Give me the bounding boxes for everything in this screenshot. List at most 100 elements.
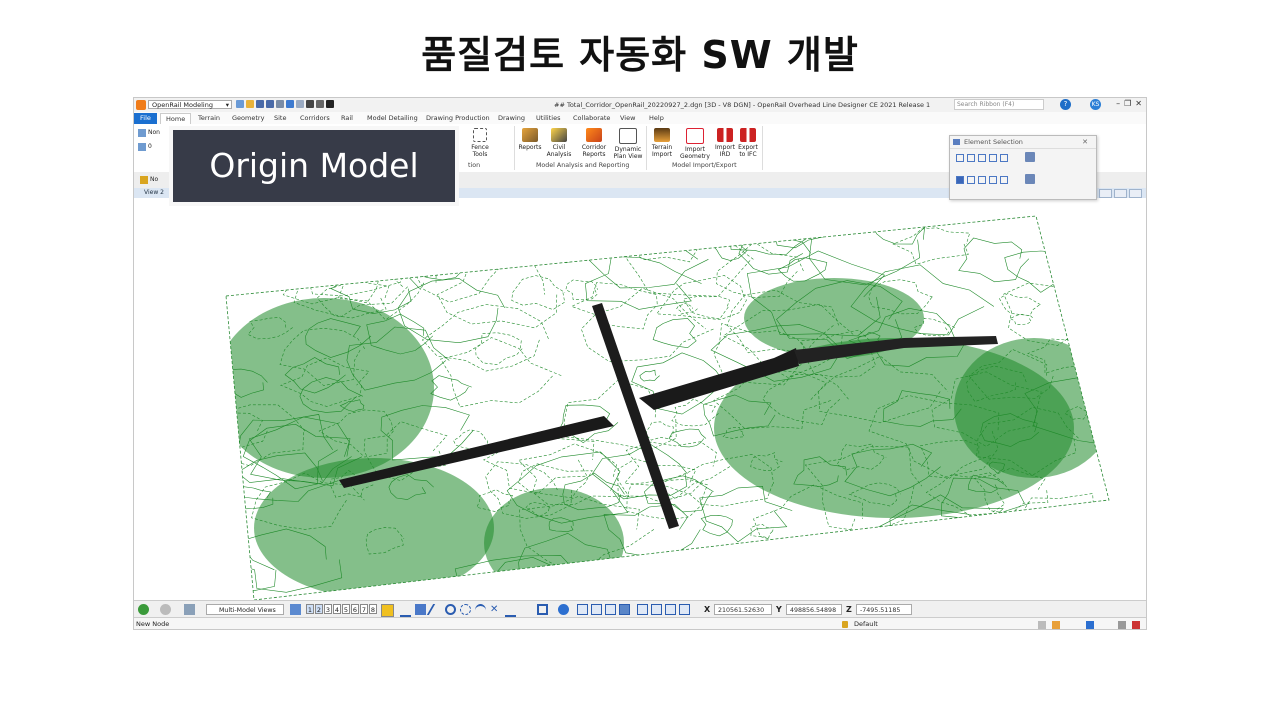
- view-4-button[interactable]: 4: [333, 604, 341, 614]
- dynamic-plan-view-button[interactable]: Dynamic Plan View: [612, 128, 644, 160]
- select-arrow-icon[interactable]: [326, 100, 334, 108]
- tab-view[interactable]: View: [620, 113, 635, 124]
- left-view-icon[interactable]: [605, 604, 616, 615]
- tangent-snap-icon[interactable]: [475, 604, 486, 617]
- tab-utilities[interactable]: Utilities: [536, 113, 560, 124]
- tab-model-detailing[interactable]: Model Detailing: [367, 113, 418, 124]
- individual-select-icon[interactable]: [956, 154, 964, 162]
- view-6-button[interactable]: 6: [351, 604, 359, 614]
- z-coordinate-field[interactable]: -7495.51185: [856, 604, 912, 615]
- civil-analysis-button[interactable]: Civil Analysis: [544, 128, 574, 158]
- new-select-icon[interactable]: [956, 176, 964, 184]
- print-status-icon[interactable]: [1118, 621, 1126, 629]
- center-snap-icon[interactable]: [445, 604, 456, 615]
- workflow-icon[interactable]: [236, 100, 244, 108]
- tab-rail[interactable]: Rail: [341, 113, 353, 124]
- multi-model-views-select[interactable]: Multi-Model Views: [206, 604, 284, 615]
- restore-icon[interactable]: ❐: [1124, 99, 1131, 108]
- fence-tools-button[interactable]: Fence Tools: [468, 128, 492, 158]
- tab-drawing[interactable]: Drawing: [498, 113, 525, 124]
- x-coordinate-field[interactable]: 210561.52630: [714, 604, 772, 615]
- front-view-icon[interactable]: [637, 604, 648, 615]
- right-iso-view-icon[interactable]: [679, 604, 690, 615]
- selection-settings-icon[interactable]: [1025, 152, 1035, 162]
- bottom-view-icon[interactable]: [591, 604, 602, 615]
- redo-icon[interactable]: [296, 100, 304, 108]
- snap-mode-icon[interactable]: [826, 621, 834, 629]
- right-view-icon[interactable]: [619, 604, 630, 615]
- lock-icon[interactable]: [842, 621, 848, 628]
- workspace-select[interactable]: OpenRail Modeling: [148, 100, 232, 110]
- tab-geometry[interactable]: Geometry: [232, 113, 264, 124]
- view-5-button[interactable]: 5: [342, 604, 350, 614]
- forward-icon[interactable]: [160, 604, 171, 615]
- export-ifc-button[interactable]: Export to IFC: [737, 128, 759, 158]
- home-icon[interactable]: [1052, 621, 1060, 629]
- circle-select-icon[interactable]: [989, 154, 997, 162]
- clear-select-icon[interactable]: [1000, 176, 1008, 184]
- tab-terrain[interactable]: Terrain: [198, 113, 220, 124]
- view-8-button[interactable]: 8: [369, 604, 377, 614]
- tab-site[interactable]: Site: [274, 113, 286, 124]
- close-icon[interactable]: ✕: [1082, 136, 1088, 148]
- import-geometry-button[interactable]: Import Geometry: [678, 128, 712, 160]
- close-icon[interactable]: ✕: [1135, 99, 1142, 108]
- terrain-import-button[interactable]: Terrain Import: [648, 128, 676, 158]
- undo-icon[interactable]: [286, 100, 294, 108]
- view-restore-icon[interactable]: [1114, 189, 1127, 198]
- top-view-icon[interactable]: [577, 604, 588, 615]
- line-select-icon[interactable]: [1000, 154, 1008, 162]
- selection-filter-icon[interactable]: [1025, 174, 1035, 184]
- view-minimize-icon[interactable]: [1099, 189, 1112, 198]
- active-level[interactable]: Default: [854, 618, 878, 629]
- user-avatar[interactable]: KS: [1090, 99, 1101, 110]
- back-view-icon[interactable]: [651, 604, 662, 615]
- alert-icon[interactable]: [1132, 621, 1140, 629]
- import-ird-button[interactable]: Import IRD: [714, 128, 736, 158]
- bookmark-icon[interactable]: [1086, 621, 1094, 629]
- nearest-snap-icon[interactable]: [426, 604, 447, 615]
- save-all-icon[interactable]: [266, 100, 274, 108]
- tab-file[interactable]: File: [134, 113, 157, 124]
- properties-icon[interactable]: [276, 100, 284, 108]
- view-1-button[interactable]: 1: [306, 604, 314, 614]
- add-select-icon[interactable]: [967, 176, 975, 184]
- origin-snap-icon[interactable]: [460, 604, 471, 615]
- accudraw-icon[interactable]: [381, 604, 394, 617]
- snap-bar-icon[interactable]: [400, 604, 411, 617]
- view-2-button[interactable]: 2: [315, 604, 323, 614]
- model-icon[interactable]: [1038, 621, 1046, 629]
- print-icon[interactable]: [316, 100, 324, 108]
- tab-collaborate[interactable]: Collaborate: [573, 113, 610, 124]
- block-select-icon[interactable]: [967, 154, 975, 162]
- y-coordinate-field[interactable]: 498856.54898: [786, 604, 842, 615]
- save-icon[interactable]: [256, 100, 264, 108]
- view-groups-icon[interactable]: [290, 604, 301, 615]
- model-icon[interactable]: [184, 604, 195, 615]
- iso-view-icon[interactable]: [665, 604, 676, 615]
- pin-icon[interactable]: [306, 100, 314, 108]
- attribute-field-3[interactable]: No: [140, 175, 166, 185]
- tab-corridors[interactable]: Corridors: [300, 113, 330, 124]
- minimize-icon[interactable]: –: [1116, 99, 1120, 108]
- shape-select-icon[interactable]: [978, 154, 986, 162]
- view-3-button[interactable]: 3: [324, 604, 332, 614]
- back-icon[interactable]: [138, 604, 149, 615]
- subtract-select-icon[interactable]: [978, 176, 986, 184]
- search-ribbon-input[interactable]: Search Ribbon (F4): [954, 99, 1044, 110]
- fit-view-icon[interactable]: [537, 604, 548, 615]
- keypoint-snap-icon[interactable]: [415, 604, 426, 615]
- attribute-field-1[interactable]: Non: [138, 128, 164, 138]
- intersection-snap-icon[interactable]: ✕: [490, 604, 501, 615]
- open-icon[interactable]: [246, 100, 254, 108]
- reports-button[interactable]: Reports: [518, 128, 542, 151]
- attribute-field-2[interactable]: 0: [138, 142, 164, 152]
- rotate-view-icon[interactable]: [558, 604, 569, 615]
- perpendicular-snap-icon[interactable]: [505, 604, 516, 617]
- view-close-icon[interactable]: [1129, 189, 1142, 198]
- tab-drawing-production[interactable]: Drawing Production: [426, 113, 490, 124]
- view-7-button[interactable]: 7: [360, 604, 368, 614]
- model-viewport[interactable]: [134, 198, 1146, 601]
- tab-help[interactable]: Help: [649, 113, 664, 124]
- help-icon[interactable]: ?: [1060, 99, 1071, 110]
